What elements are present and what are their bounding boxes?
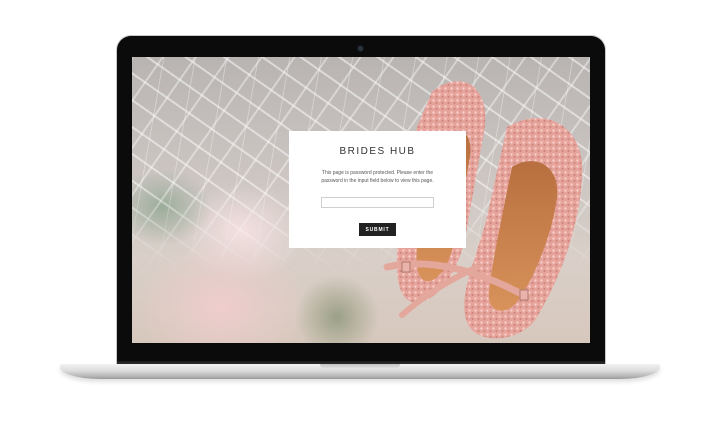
camera-icon [358, 46, 363, 51]
password-message: This page is password protected. Please … [321, 170, 434, 184]
laptop-base [60, 364, 660, 379]
password-field[interactable] [321, 197, 434, 208]
laptop-notch [320, 364, 400, 369]
page-title: BRIDES HUB [339, 146, 416, 157]
submit-button[interactable]: SUBMIT [359, 223, 396, 236]
laptop-lid: BRIDES HUB This page is password protect… [117, 36, 605, 366]
laptop-screen: BRIDES HUB This page is password protect… [132, 57, 590, 343]
password-card: BRIDES HUB This page is password protect… [289, 131, 466, 248]
